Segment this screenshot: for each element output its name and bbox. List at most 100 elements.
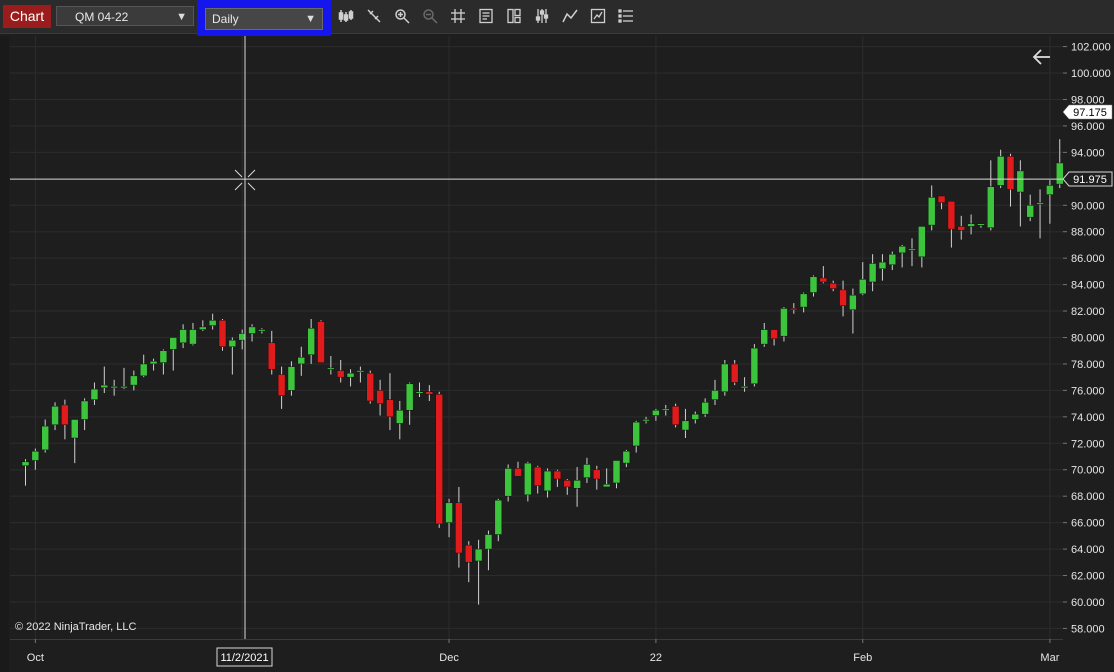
candle-body bbox=[100, 384, 109, 388]
crosshair-icon[interactable] bbox=[450, 8, 466, 24]
back-arrow-icon[interactable] bbox=[1032, 47, 1052, 67]
candle-body bbox=[809, 276, 818, 293]
candle-body bbox=[642, 419, 650, 422]
candle-body bbox=[957, 226, 965, 231]
left-panel-edge bbox=[0, 36, 9, 672]
bar-type-icon[interactable] bbox=[338, 8, 354, 24]
candle bbox=[671, 403, 680, 428]
instrument-label: QM 04-22 bbox=[75, 10, 129, 24]
candle bbox=[80, 398, 89, 431]
time-tick-label: Feb bbox=[853, 652, 872, 664]
candle-body bbox=[730, 363, 739, 383]
candle-body bbox=[248, 326, 256, 334]
candle-body bbox=[819, 277, 828, 283]
price-tick-label: 76.000 bbox=[1071, 385, 1105, 397]
templates-icon[interactable] bbox=[618, 8, 634, 24]
candle bbox=[474, 539, 483, 605]
properties-icon[interactable] bbox=[534, 8, 550, 24]
candle bbox=[632, 420, 640, 453]
candle bbox=[90, 382, 99, 405]
candle-body bbox=[524, 462, 532, 496]
candle-body bbox=[1006, 156, 1015, 190]
candle bbox=[750, 344, 759, 387]
candle bbox=[307, 318, 315, 364]
candle-body bbox=[987, 186, 995, 228]
candle bbox=[327, 356, 335, 375]
candle-body bbox=[425, 391, 434, 395]
candle-body bbox=[937, 195, 946, 203]
candle-body bbox=[189, 329, 197, 345]
candle-body bbox=[701, 402, 709, 415]
candle-body bbox=[790, 308, 798, 311]
copyright-text: © 2022 NinjaTrader, LLC bbox=[15, 621, 137, 633]
candle bbox=[996, 149, 1005, 189]
zoom-out-icon[interactable] bbox=[422, 8, 438, 24]
candle bbox=[573, 467, 581, 507]
candle bbox=[514, 461, 522, 477]
candle bbox=[248, 324, 256, 342]
candle-body bbox=[218, 320, 227, 348]
candle-body bbox=[396, 409, 404, 424]
crosshair-date-marker: 11/2/2021 bbox=[216, 647, 273, 667]
candle bbox=[71, 419, 79, 464]
candle-body bbox=[977, 223, 985, 226]
candle-body bbox=[1046, 185, 1054, 195]
price-axis[interactable]: 58.000 60.000 62.000 64.000 66.000 68.000 70.0… bbox=[1063, 36, 1114, 672]
candle-body bbox=[455, 502, 463, 554]
indicators-icon[interactable] bbox=[562, 8, 578, 24]
candle-body bbox=[780, 308, 788, 337]
candle bbox=[533, 465, 542, 494]
strategies-icon[interactable] bbox=[590, 8, 606, 24]
candle-body bbox=[1016, 170, 1025, 193]
candle-body bbox=[553, 470, 562, 480]
data-box-icon[interactable] bbox=[478, 8, 494, 24]
price-tick-label: 60.000 bbox=[1071, 597, 1105, 609]
candle bbox=[484, 530, 493, 571]
candle-body bbox=[533, 466, 542, 486]
price-ticks: 58.000 60.000 62.000 64.000 66.000 68.000 70.0… bbox=[1063, 42, 1111, 635]
crosshair-price-marker: 91.975 bbox=[1063, 171, 1113, 187]
candle-body bbox=[179, 329, 187, 344]
candle bbox=[169, 337, 177, 371]
candle bbox=[189, 322, 197, 346]
candle bbox=[179, 324, 187, 349]
candle bbox=[277, 366, 286, 409]
time-axis[interactable]: Oct Dec 22 Feb Mar 11/2/2021 bbox=[10, 639, 1063, 672]
candle bbox=[868, 254, 877, 292]
time-tick-label: 22 bbox=[650, 652, 662, 664]
candle-body bbox=[317, 321, 325, 363]
candle-body bbox=[435, 394, 443, 525]
candle bbox=[297, 346, 306, 376]
candle bbox=[543, 468, 552, 498]
interval-selector[interactable]: Daily ▼ bbox=[205, 8, 323, 30]
candle bbox=[110, 379, 118, 396]
drawing-tool-icon[interactable] bbox=[366, 8, 382, 24]
time-ticks: Oct Dec 22 Feb Mar bbox=[27, 639, 1060, 664]
candle-body bbox=[898, 246, 906, 254]
candle-body bbox=[405, 383, 414, 411]
candle bbox=[740, 377, 749, 392]
candle bbox=[711, 379, 719, 405]
price-tick-label: 88.000 bbox=[1071, 227, 1105, 239]
candle-body bbox=[366, 372, 374, 402]
candle bbox=[1036, 189, 1044, 239]
candle bbox=[159, 349, 168, 375]
candle-body bbox=[908, 248, 916, 251]
candle bbox=[435, 391, 443, 528]
chevron-down-icon: ▼ bbox=[305, 13, 316, 25]
candle bbox=[819, 266, 828, 284]
candle bbox=[809, 275, 818, 297]
candle-body bbox=[130, 375, 138, 386]
zoom-in-icon[interactable] bbox=[394, 8, 410, 24]
instrument-selector[interactable]: QM 04-22 ▼ bbox=[56, 6, 194, 26]
candle bbox=[139, 354, 148, 378]
chart-trader-icon[interactable] bbox=[506, 8, 522, 24]
price-tick-label: 62.000 bbox=[1071, 571, 1105, 583]
candle-body bbox=[859, 279, 867, 295]
candle-body bbox=[760, 329, 768, 345]
price-chart[interactable] bbox=[10, 36, 1063, 639]
candle bbox=[425, 385, 434, 401]
chart-tab[interactable]: Chart bbox=[3, 5, 51, 28]
candle bbox=[120, 367, 128, 390]
candle bbox=[1026, 194, 1034, 222]
